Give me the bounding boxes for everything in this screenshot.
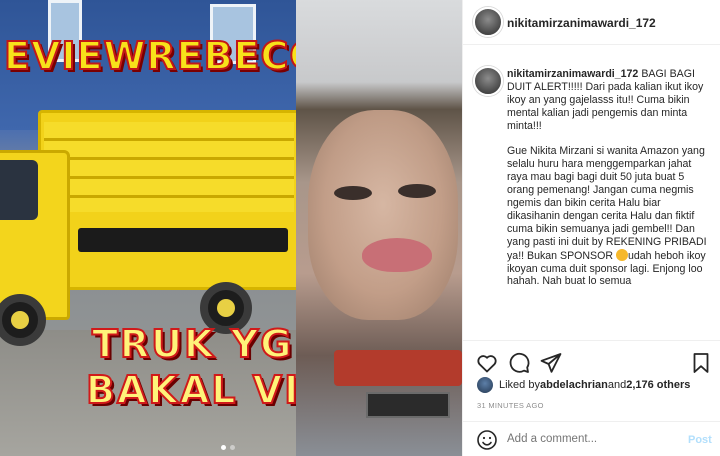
post-media[interactable]: EVIEWREBECCA TRUK YG BAKAL VIRAL [0,0,462,456]
overlay-text-line-1: TRUK YG [91,321,294,367]
post-timestamp[interactable]: 31 MINUTES AGO [477,401,544,410]
bookmark-icon[interactable] [689,351,713,375]
face-eye [334,186,372,200]
comment-icon[interactable] [507,351,531,375]
likes-summary[interactable]: Liked by abdelachrian and 2,176 others [477,377,690,393]
truck-cab-window [0,160,38,220]
liker-avatar [477,377,493,393]
blurred-face [308,110,458,320]
smile-emoji-icon[interactable] [475,428,499,452]
likes-prefix: Liked by [499,379,540,391]
overlay-text-line-2: BAKAL VIRAL [85,367,296,413]
carousel-dot-active [221,445,226,450]
post-caption: nikitamirzanimawardi_172 BAGI BAGI DUIT A… [507,68,713,338]
face-eye [398,184,436,198]
likes-middle: and [607,379,627,391]
post-actions [463,340,720,380]
liker-username[interactable]: abdelachrian [540,379,608,391]
paper-plane-icon[interactable] [539,351,563,375]
license-plate [366,392,450,418]
heart-icon[interactable] [475,351,499,375]
comment-bar: Post [463,421,720,456]
carousel-dot [230,445,235,450]
post-comment-button[interactable]: Post [688,434,712,446]
likes-others-count[interactable]: 2,176 others [626,379,690,391]
overlay-text-top: EVIEWREBECCA [3,33,296,79]
post-side-panel: nikitamirzanimawardi_172 nikitamirzanima… [462,0,720,456]
comment-input[interactable] [507,433,677,445]
smile-emoji-icon [615,248,628,261]
caption-paragraph-2: Gue Nikita Mirzani si wanita Amazon yang… [507,145,707,262]
post-header: nikitamirzanimawardi_172 [463,0,720,45]
header-username-link[interactable]: nikitamirzanimawardi_172 [507,16,656,30]
carousel-indicator [221,445,235,450]
face-lips [362,238,432,272]
caption-username-link[interactable]: nikitamirzanimawardi_172 [507,68,638,80]
truck-bumper [334,350,462,386]
media-left-truck-photo: EVIEWREBECCA TRUK YG BAKAL VIRAL [0,0,296,456]
caption-avatar[interactable] [473,66,503,96]
truck-decoration-strip [78,228,288,252]
avatar[interactable] [473,7,503,37]
truck-slats [44,122,294,212]
